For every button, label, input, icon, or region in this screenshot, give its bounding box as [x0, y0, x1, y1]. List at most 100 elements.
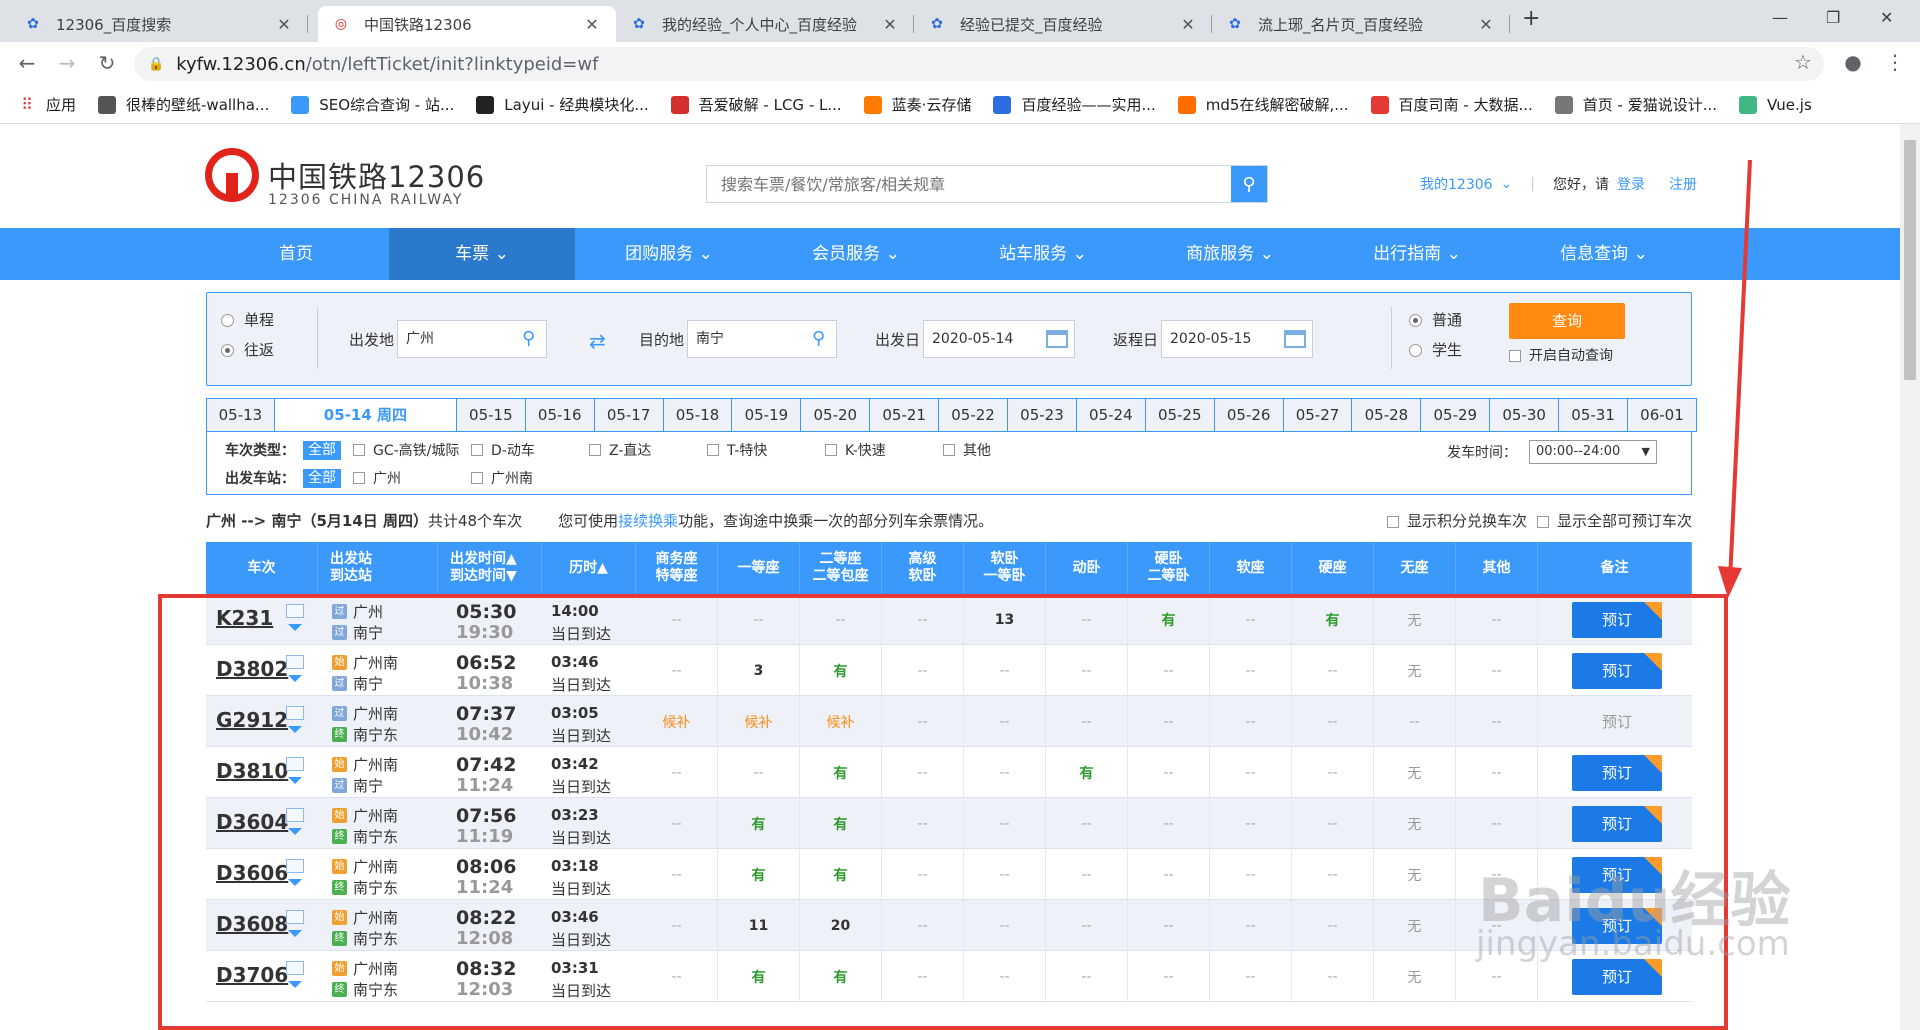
- book-button[interactable]: 预订: [1572, 653, 1662, 689]
- login-link[interactable]: 登录: [1617, 174, 1645, 194]
- bookmark-star-icon[interactable]: ☆: [1790, 50, 1816, 74]
- train-info-icon[interactable]: [286, 808, 304, 822]
- profile-icon[interactable]: ●: [1840, 50, 1866, 74]
- train-number-link[interactable]: K231: [216, 606, 273, 630]
- bookmark-item[interactable]: Layui - 经典模块化...: [476, 94, 649, 115]
- scrollbar-thumb[interactable]: [1904, 140, 1916, 380]
- bookmark-item[interactable]: 百度司南 - 大数据...: [1370, 94, 1533, 115]
- station-all[interactable]: 全部: [303, 468, 341, 488]
- seat-availability[interactable]: 无: [1374, 645, 1456, 696]
- train-type-all[interactable]: 全部: [303, 440, 341, 460]
- seat-availability[interactable]: 有: [718, 798, 800, 849]
- train-number-link[interactable]: D3706: [216, 963, 288, 987]
- seat-availability[interactable]: 无: [1374, 849, 1456, 900]
- swap-icon[interactable]: ⇄: [589, 329, 606, 353]
- browser-tab[interactable]: ✿ 我的经验_个人中心_百度经验 ✕: [616, 6, 914, 42]
- date-tab[interactable]: 05-14 周四: [274, 398, 457, 432]
- book-button[interactable]: 预订: [1572, 959, 1662, 995]
- nav-item[interactable]: 商旅服务 ⌄: [1137, 228, 1323, 280]
- seat-availability[interactable]: 有: [718, 849, 800, 900]
- train-number-link[interactable]: D3810: [216, 759, 288, 783]
- train-number-link[interactable]: G2912: [216, 708, 288, 732]
- date-tab[interactable]: 05-28: [1352, 398, 1422, 432]
- seat-availability[interactable]: 无: [1374, 798, 1456, 849]
- seat-availability[interactable]: 无: [1374, 594, 1456, 645]
- browser-tab[interactable]: ◎ 中国铁路12306 ✕: [318, 6, 616, 42]
- expand-stops-icon[interactable]: [288, 675, 302, 682]
- seat-availability[interactable]: 候补: [636, 696, 718, 747]
- train-info-icon[interactable]: [286, 757, 304, 771]
- close-tab-icon[interactable]: ✕: [880, 15, 900, 34]
- table-header-cell[interactable]: 商务座 特等座: [636, 542, 718, 594]
- browser-tab[interactable]: ✿ 经验已提交_百度经验 ✕: [914, 6, 1212, 42]
- bookmark-item[interactable]: SEO综合查询 - 站...: [291, 94, 454, 115]
- table-header-cell[interactable]: 一等座: [718, 542, 800, 594]
- book-button[interactable]: 预订: [1572, 857, 1662, 893]
- url-field[interactable]: 🔒 kyfw.12306.cn/otn/leftTicket/init?link…: [134, 47, 1824, 81]
- auto-query-checkbox[interactable]: 开启自动查询: [1509, 345, 1613, 365]
- roundtrip-radio[interactable]: 往返: [221, 339, 274, 360]
- date-tab[interactable]: 05-26: [1214, 398, 1284, 432]
- train-number-link[interactable]: D3608: [216, 912, 288, 936]
- transfer-link[interactable]: 接续换乘: [618, 510, 678, 531]
- date-tab[interactable]: 05-25: [1145, 398, 1215, 432]
- nav-item[interactable]: 首页: [203, 228, 389, 280]
- station-option[interactable]: 广州: [353, 468, 471, 488]
- seat-availability[interactable]: 无: [1374, 951, 1456, 1002]
- train-type-option[interactable]: K-快速: [825, 440, 943, 460]
- oneway-radio[interactable]: 单程: [221, 309, 274, 330]
- seat-availability[interactable]: 有: [1128, 594, 1210, 645]
- seat-availability[interactable]: 有: [800, 849, 882, 900]
- nav-item[interactable]: 出行指南 ⌄: [1324, 228, 1510, 280]
- book-button[interactable]: 预订: [1572, 602, 1662, 638]
- date-tab[interactable]: 05-31: [1559, 398, 1629, 432]
- browser-tab[interactable]: ✿ 12306_百度搜索 ✕: [10, 6, 308, 42]
- close-window-icon[interactable]: ✕: [1880, 8, 1893, 27]
- seat-availability[interactable]: 3: [718, 645, 800, 696]
- table-header-cell[interactable]: 二等座 二等包座: [800, 542, 882, 594]
- date-tab[interactable]: 05-27: [1283, 398, 1353, 432]
- bookmark-item[interactable]: 蓝奏·云存储: [863, 94, 971, 115]
- register-link[interactable]: 注册: [1669, 174, 1697, 194]
- seat-availability[interactable]: 13: [964, 594, 1046, 645]
- table-header-cell[interactable]: 出发站 到达站: [318, 542, 438, 594]
- nav-item[interactable]: 信息查询 ⌄: [1511, 228, 1697, 280]
- expand-stops-icon[interactable]: [288, 624, 302, 631]
- date-tab[interactable]: 05-17: [594, 398, 664, 432]
- bookmark-item[interactable]: 百度经验——实用...: [993, 94, 1156, 115]
- expand-stops-icon[interactable]: [288, 777, 302, 784]
- from-field[interactable]: 广州 ⚲: [397, 320, 547, 358]
- seat-availability[interactable]: 候补: [800, 696, 882, 747]
- page-scrollbar[interactable]: [1900, 124, 1920, 1030]
- date-tab[interactable]: 05-22: [939, 398, 1009, 432]
- bookmark-item[interactable]: 吾爱破解 - LCG - L...: [670, 94, 842, 115]
- table-header-cell[interactable]: 车次: [206, 542, 318, 594]
- date-tab[interactable]: 05-21: [870, 398, 940, 432]
- reload-icon[interactable]: ↻: [94, 51, 120, 75]
- browser-tab[interactable]: ✿ 流上琊_名片页_百度经验 ✕: [1212, 6, 1510, 42]
- table-header-cell[interactable]: 无座: [1374, 542, 1456, 594]
- train-info-icon[interactable]: [286, 604, 304, 618]
- date-tab[interactable]: 05-24: [1076, 398, 1146, 432]
- train-type-option[interactable]: Z-直达: [589, 440, 707, 460]
- close-tab-icon[interactable]: ✕: [582, 15, 602, 34]
- calendar-icon[interactable]: [1046, 330, 1068, 348]
- train-type-option[interactable]: T-特快: [707, 440, 825, 460]
- seat-availability[interactable]: 有: [1292, 594, 1374, 645]
- my12306-link[interactable]: 我的12306: [1420, 174, 1493, 194]
- table-header-cell[interactable]: 硬卧 二等卧: [1128, 542, 1210, 594]
- query-button[interactable]: 查询: [1509, 303, 1625, 339]
- seat-availability[interactable]: 11: [718, 900, 800, 951]
- seat-availability[interactable]: 无: [1374, 900, 1456, 951]
- table-header-cell[interactable]: 硬座: [1292, 542, 1374, 594]
- table-header-cell[interactable]: 其他: [1456, 542, 1538, 594]
- calendar-icon[interactable]: [1284, 330, 1306, 348]
- book-button[interactable]: 预订: [1572, 908, 1662, 944]
- train-info-icon[interactable]: [286, 706, 304, 720]
- train-type-option[interactable]: GC-高铁/城际: [353, 440, 471, 460]
- bookmark-item[interactable]: 首页 - 爱猫说设计...: [1554, 94, 1717, 115]
- train-info-icon[interactable]: [286, 910, 304, 924]
- all-bookable-checkbox[interactable]: 显示全部可预订车次: [1536, 510, 1692, 531]
- train-info-icon[interactable]: [286, 961, 304, 975]
- train-info-icon[interactable]: [286, 655, 304, 669]
